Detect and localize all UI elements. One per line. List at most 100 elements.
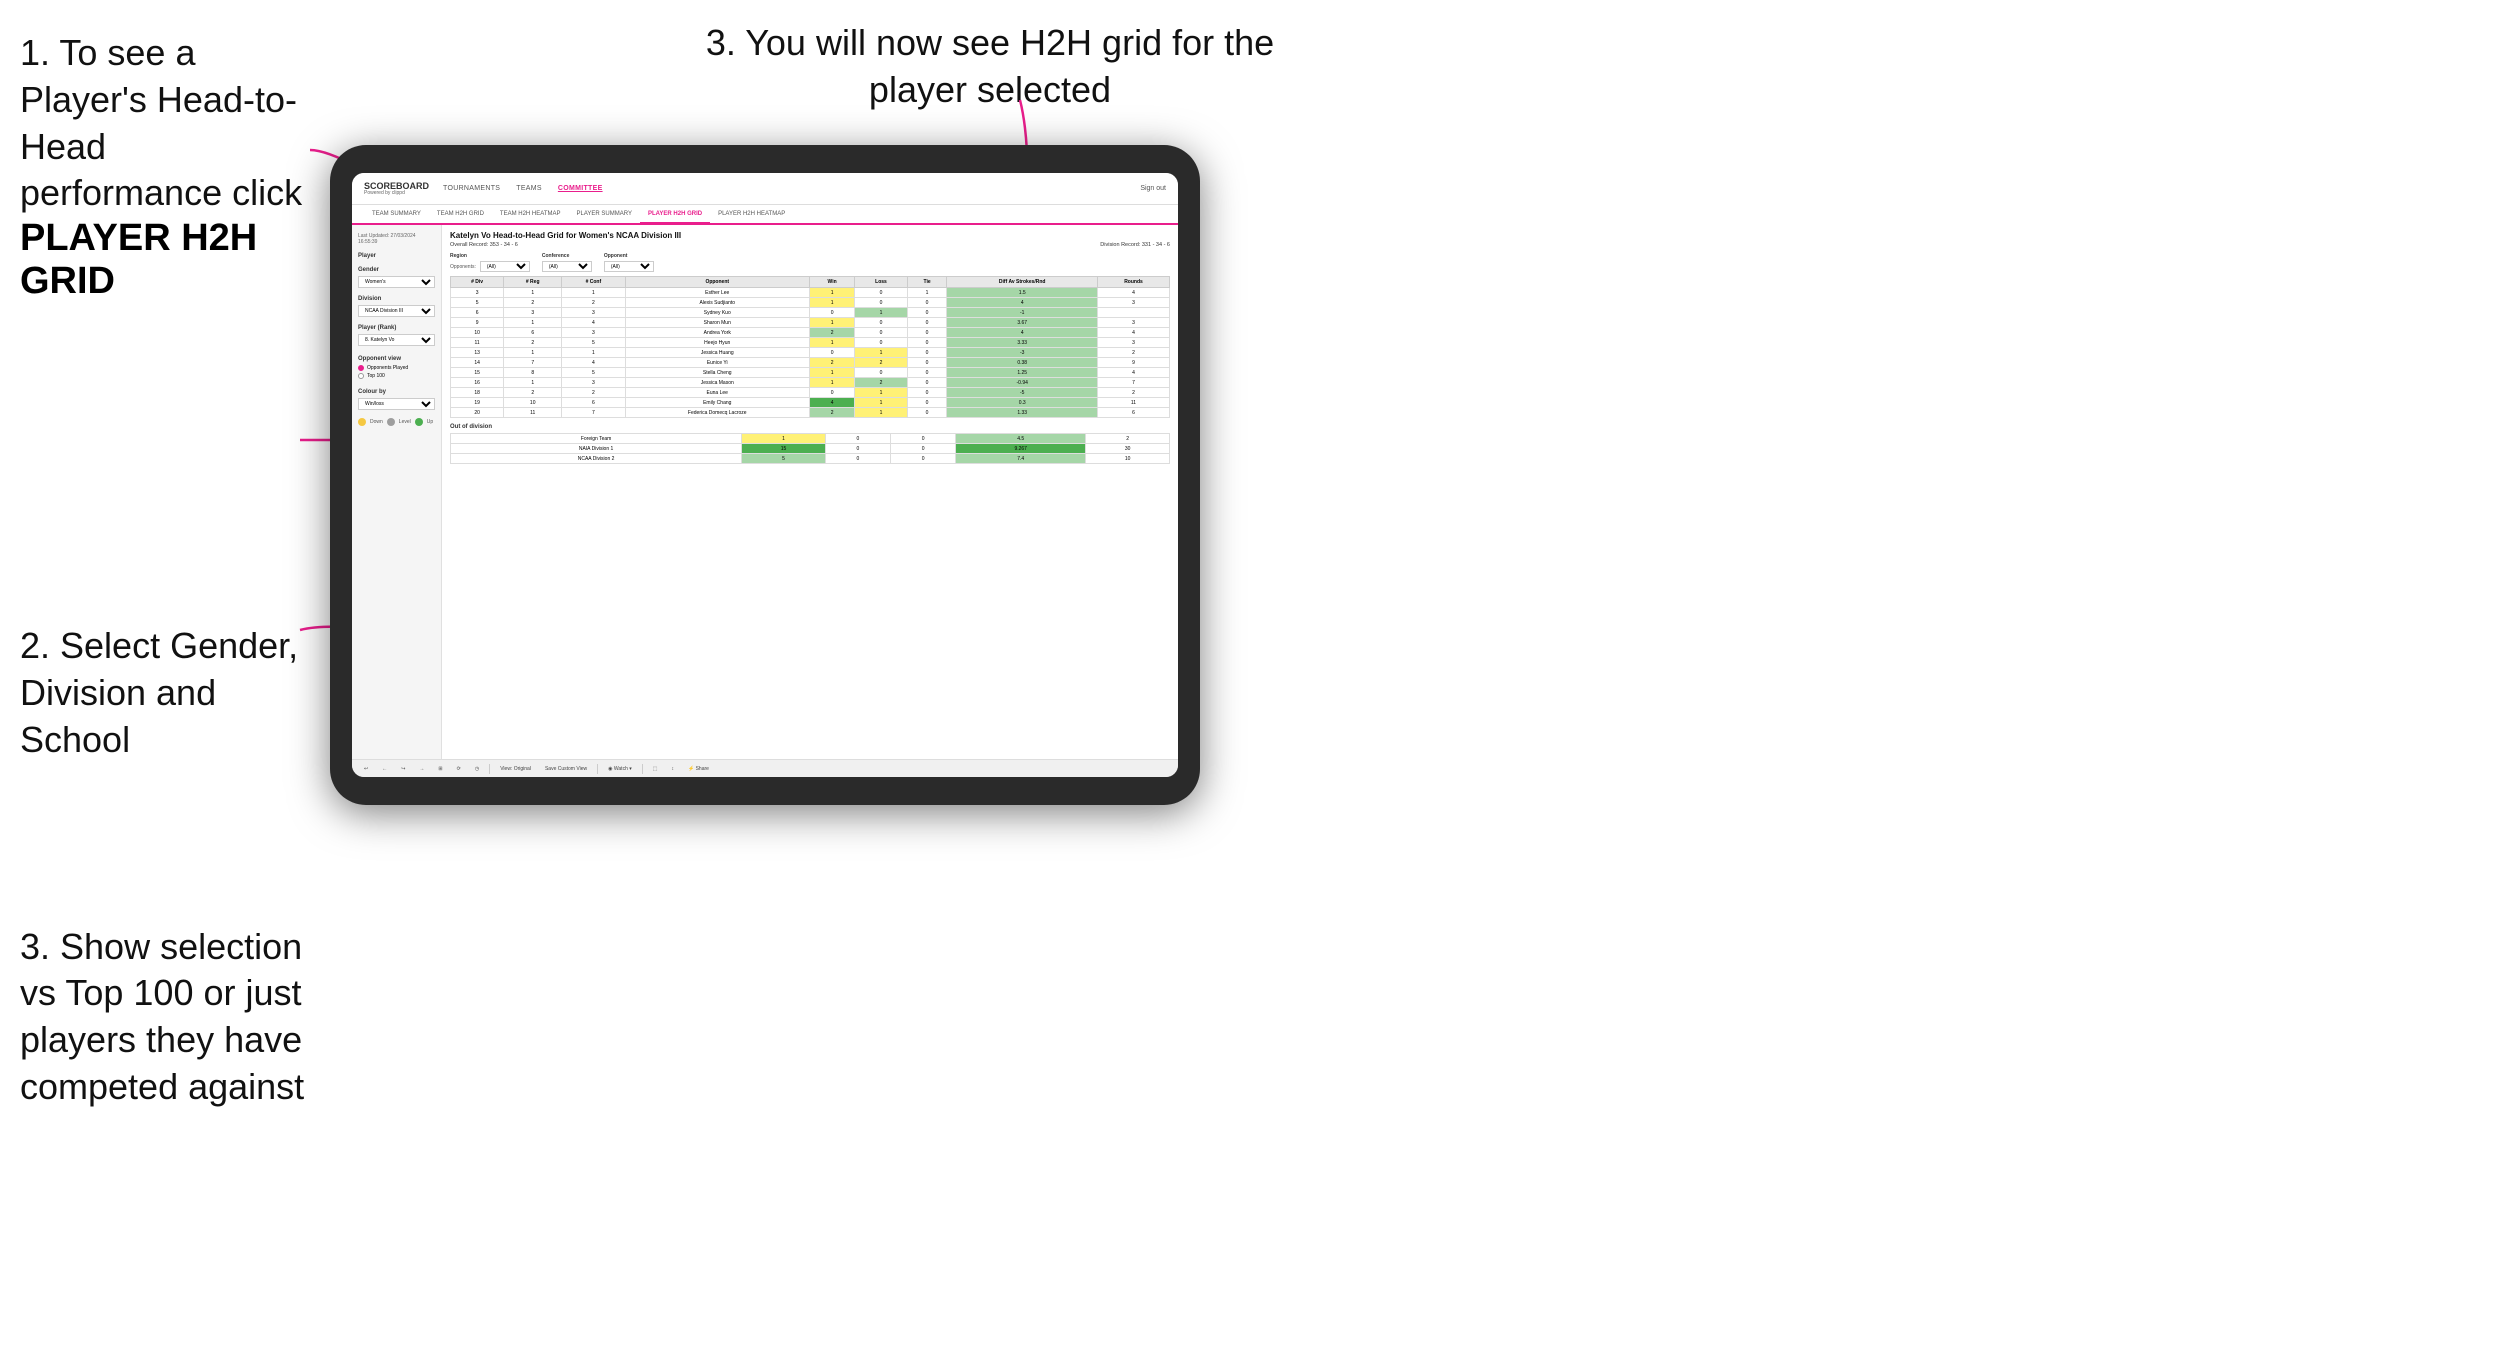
nav-committee[interactable]: COMMITTEE: [558, 185, 603, 192]
radio-top100[interactable]: Top 100: [358, 373, 435, 379]
step3-right-text: 3. You will now see H2H grid for the pla…: [700, 20, 1280, 114]
region-select[interactable]: (All): [480, 261, 530, 272]
nav-tournaments[interactable]: TOURNAMENTS: [443, 185, 500, 192]
table-row: 13 1 1 Jessica Huang 0 1 0 -3 2: [451, 348, 1170, 358]
toolbar-save-view[interactable]: Save Custom View: [541, 764, 591, 774]
division-label: Division: [358, 296, 435, 302]
table-row: 18 2 2 Euna Lee 0 1 0 -5 2: [451, 388, 1170, 398]
toolbar-grid[interactable]: ⊞: [434, 764, 446, 774]
col-header-loss: Loss: [855, 277, 907, 288]
toolbar-forward[interactable]: →: [415, 764, 428, 774]
table-row: 14 7 4 Eunice Yi 2 2 0 0.38 9: [451, 358, 1170, 368]
sub-nav-player-h2h-grid[interactable]: PLAYER H2H GRID: [640, 206, 710, 224]
player-rank-select[interactable]: 8. Katelyn Vo: [358, 334, 435, 346]
step1-text: 1. To see a Player's Head-to-Head perfor…: [20, 30, 310, 217]
out-table-row: Foreign Team 1 0 0 4.5 2: [451, 434, 1170, 444]
sub-nav-team-summary[interactable]: TEAM SUMMARY: [364, 206, 429, 224]
toolbar-redo[interactable]: ↪: [397, 764, 409, 774]
step1-bold: PLAYER H2H GRID: [20, 217, 257, 302]
radio-group: Opponents Played Top 100: [358, 365, 435, 379]
division-select[interactable]: NCAA Division III: [358, 305, 435, 317]
out-of-division-label: Out of division: [450, 424, 1170, 430]
toolbar-back[interactable]: ←: [378, 764, 391, 774]
opponent-view-label: Opponent view: [358, 356, 435, 362]
instruction-step2: 2. Select Gender, Division and School: [20, 623, 310, 763]
gender-label: Gender: [358, 267, 435, 273]
sub-nav-team-h2h-heatmap[interactable]: TEAM H2H HEATMAP: [492, 206, 569, 224]
app-nav: SCOREBOARD Powered by clippd TOURNAMENTS…: [352, 173, 1178, 205]
sidebar-timestamp: Last Updated: 27/03/2024 16:55:39: [358, 233, 435, 245]
instruction-step3-left: 3. Show selection vs Top 100 or just pla…: [20, 924, 310, 1111]
filter-row: Region Opponents: (All) Conference (All): [450, 253, 1170, 272]
nav-sign-out[interactable]: Sign out: [1140, 185, 1166, 192]
table-row: 9 1 4 Sharon Mun 1 0 0 3.67 3: [451, 318, 1170, 328]
sub-nav-player-h2h-heatmap[interactable]: PLAYER H2H HEATMAP: [710, 206, 793, 224]
gender-select[interactable]: Women's: [358, 276, 435, 288]
grid-title: Katelyn Vo Head-to-Head Grid for Women's…: [450, 231, 1170, 240]
region-filter: Region Opponents: (All): [450, 253, 530, 272]
legend-dot-level: [387, 418, 395, 426]
legend-dot-down: [358, 418, 366, 426]
col-header-conf: # Conf: [562, 277, 625, 288]
toolbar-view-original[interactable]: View: Original: [496, 764, 535, 774]
radio-opponents-played[interactable]: Opponents Played: [358, 365, 435, 371]
tablet-frame: SCOREBOARD Powered by clippd TOURNAMENTS…: [330, 145, 1200, 805]
sub-nav-team-h2h-grid[interactable]: TEAM H2H GRID: [429, 206, 492, 224]
table-row: 3 1 1 Esther Lee 1 0 1 1.5 4: [451, 288, 1170, 298]
nav-teams[interactable]: TEAMS: [516, 185, 542, 192]
instruction-step3-right: 3. You will now see H2H grid for the pla…: [700, 20, 1280, 114]
division-record: Division Record: 331 - 34 - 6: [1100, 242, 1170, 248]
sidebar-player-rank-section: Player (Rank) 8. Katelyn Vo: [358, 325, 435, 346]
col-header-opponent: Opponent: [625, 277, 809, 288]
sidebar: Last Updated: 27/03/2024 16:55:39 Player…: [352, 225, 442, 759]
legend-up-label: Up: [427, 419, 433, 425]
colour-legend: Down Level Up: [358, 418, 435, 426]
toolbar-share[interactable]: ⚡ Share: [684, 764, 713, 774]
sidebar-player-section: Player: [358, 253, 435, 259]
toolbar-layout[interactable]: ⬚: [649, 764, 662, 774]
colour-by-label: Colour by: [358, 389, 435, 395]
legend-dot-up: [415, 418, 423, 426]
table-row: 15 8 5 Stella Cheng 1 0 0 1.25 4: [451, 368, 1170, 378]
toolbar-sep1: [489, 764, 490, 774]
out-of-division-table: Foreign Team 1 0 0 4.5 2 NAIA Division 1…: [450, 433, 1170, 464]
toolbar-expand[interactable]: ↕: [667, 764, 678, 774]
table-row: 11 2 5 Heejo Hyun 1 0 0 3.33 3: [451, 338, 1170, 348]
table-row: 10 6 3 Andrea York 2 0 0 4 4: [451, 328, 1170, 338]
toolbar-watch[interactable]: ◉ Watch ▾: [604, 764, 636, 774]
sidebar-division-section: Division NCAA Division III: [358, 296, 435, 317]
instruction-step1: 1. To see a Player's Head-to-Head perfor…: [20, 30, 310, 303]
sub-nav-player-summary[interactable]: PLAYER SUMMARY: [568, 206, 639, 224]
col-header-win: Win: [809, 277, 854, 288]
opponents-label: Opponents:: [450, 264, 476, 270]
toolbar-undo[interactable]: ↩: [360, 764, 372, 774]
sub-nav: TEAM SUMMARY TEAM H2H GRID TEAM H2H HEAT…: [352, 205, 1178, 225]
radio-top100-dot: [358, 373, 364, 379]
toolbar-sep2: [597, 764, 598, 774]
toolbar-refresh[interactable]: ⟳: [453, 764, 465, 774]
conference-label: Conference: [542, 253, 592, 259]
grid-content: Katelyn Vo Head-to-Head Grid for Women's…: [442, 225, 1178, 759]
col-header-reg: # Reg: [504, 277, 562, 288]
logo-sub: Powered by clippd: [364, 191, 429, 196]
conference-filter: Conference (All): [542, 253, 592, 272]
grid-subtitle: Overall Record: 353 - 34 - 6 Division Re…: [450, 242, 1170, 248]
table-row: 16 1 3 Jessica Mason 1 2 0 -0.94 7: [451, 378, 1170, 388]
main-content: Last Updated: 27/03/2024 16:55:39 Player…: [352, 225, 1178, 759]
col-header-diff: Diff Av Strokes/Rnd: [947, 277, 1098, 288]
app-logo: SCOREBOARD Powered by clippd: [364, 182, 429, 196]
conference-select[interactable]: (All): [542, 261, 592, 272]
table-row: 19 10 6 Emily Chang 4 1 0 0.3 11: [451, 398, 1170, 408]
step3-left-text: 3. Show selection vs Top 100 or just pla…: [20, 924, 310, 1111]
col-header-tie: Tie: [907, 277, 947, 288]
legend-level-label: Level: [399, 419, 411, 425]
table-row: 20 11 7 Federica Domecq Lacroze 2 1 0 1.…: [451, 408, 1170, 418]
opponent-select[interactable]: (All): [604, 261, 654, 272]
overall-record: Overall Record: 353 - 34 - 6: [450, 242, 518, 248]
data-table: # Div # Reg # Conf Opponent Win Loss Tie…: [450, 276, 1170, 418]
region-label: Region: [450, 253, 530, 259]
colour-select[interactable]: Win/loss: [358, 398, 435, 410]
table-row: 5 2 2 Alexis Sudjianto 1 0 0 4 3: [451, 298, 1170, 308]
tablet-screen: SCOREBOARD Powered by clippd TOURNAMENTS…: [352, 173, 1178, 777]
toolbar-time[interactable]: ◷: [471, 764, 483, 774]
